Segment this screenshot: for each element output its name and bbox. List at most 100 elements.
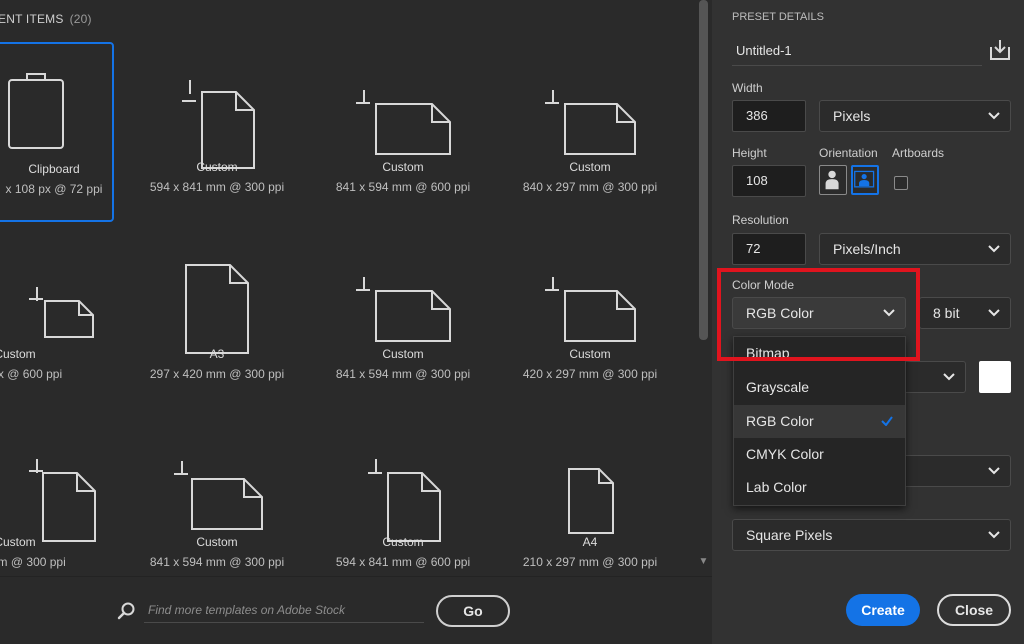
menu-item-rgb-color[interactable]: RGB Color [734,405,905,438]
tile-name: Custom [382,535,424,549]
preset-details-panel: PRESET DETAILS Untitled-1 Width 386 Pixe… [712,0,1024,644]
pixel-aspect-ratio-select[interactable]: Square Pixels [732,519,1011,551]
width-label: Width [732,81,763,95]
create-button[interactable]: Create [846,594,920,626]
tile-dims: 840 x 297 mm @ 300 ppi [522,180,658,194]
chevron-down-icon [988,467,1000,475]
bit-depth-select[interactable]: 8 bit [919,297,1011,329]
color-mode-select[interactable]: RGB Color [732,297,906,329]
width-input[interactable]: 386 [732,100,806,132]
template-tile-custom[interactable]: Custom 841 mm @ 300 ppi [0,417,120,597]
menu-item-lab-color[interactable]: Lab Color [734,471,905,504]
tile-name: Custom [196,535,238,549]
tile-name: A4 [582,535,598,549]
preset-details-heading: PRESET DETAILS [732,11,824,23]
person-landscape-icon [854,170,875,188]
height-input[interactable]: 108 [732,165,806,197]
tile-dims: x 108 px @ 72 ppi [5,182,103,196]
tile-dims: 420 px @ 600 ppi [0,367,63,381]
artboards-label: Artboards [892,146,945,160]
tile-dims: 420 x 297 mm @ 300 ppi [522,367,658,381]
bit-depth-value: 8 bit [933,305,960,321]
color-profile-select[interactable] [902,455,1011,487]
custom-landscape-icon [29,287,94,338]
preset-name-field[interactable]: Untitled-1 [732,38,982,66]
menu-item-cmyk-color[interactable]: CMYK Color [734,438,905,471]
portrait-orientation-button[interactable] [819,165,847,195]
template-tile-custom[interactable]: Custom 420 x 297 mm @ 300 ppi [500,229,680,409]
template-tile-a3[interactable]: A3 297 x 420 mm @ 300 ppi [127,229,307,409]
template-tile-custom[interactable]: Custom 841 x 594 mm @ 300 ppi [313,229,493,409]
resolution-input[interactable]: 72 [732,233,806,265]
chevron-down-icon [988,112,1000,120]
template-tile-custom[interactable]: Custom 420 px @ 600 ppi [0,229,120,409]
height-label: Height [732,146,767,160]
section-header: ENT ITEMS (20) [0,12,92,26]
custom-landscape-icon [545,90,636,155]
chevron-down-icon [883,309,895,317]
template-tile-clipboard[interactable]: Clipboard x 108 px @ 72 ppi [0,42,114,222]
custom-portrait-icon [368,459,441,542]
color-mode-value: RGB Color [746,305,814,321]
document-portrait-icon [568,468,614,534]
width-unit-select[interactable]: Pixels [819,100,1011,132]
template-tile-custom[interactable]: Custom 841 x 594 mm @ 300 ppi [127,417,307,597]
menu-item-grayscale[interactable]: Grayscale [734,371,905,404]
landscape-orientation-button[interactable] [851,165,879,195]
artboards-checkbox[interactable] [894,176,908,190]
template-tile-custom[interactable]: Custom 841 x 594 mm @ 600 ppi [313,42,493,222]
clipboard-icon [8,73,64,149]
tile-dims: 841 x 594 mm @ 300 ppi [335,367,471,381]
save-preset-icon[interactable] [988,38,1012,62]
scrollbar-thumb[interactable] [699,0,708,340]
menu-item-label: RGB Color [746,413,814,429]
tile-dims: 594 x 841 mm @ 300 ppi [149,180,285,194]
resolution-unit-value: Pixels/Inch [833,241,901,257]
tile-dims: 594 x 841 mm @ 600 ppi [335,555,471,569]
custom-portrait-icon [29,459,96,542]
custom-landscape-icon [356,90,451,155]
tile-dims: 297 x 420 mm @ 300 ppi [149,367,285,381]
tile-name: Custom [0,347,36,361]
width-unit-value: Pixels [833,108,871,124]
template-tile-custom[interactable]: Custom 594 x 841 mm @ 600 ppi [313,417,493,597]
background-color-swatch[interactable] [979,361,1011,393]
template-tile-custom[interactable]: Custom 594 x 841 mm @ 300 ppi [127,42,307,222]
custom-landscape-icon [174,461,263,530]
template-tile-custom[interactable]: Custom 840 x 297 mm @ 300 ppi [500,42,680,222]
color-mode-label: Color Mode [732,278,795,292]
go-button[interactable]: Go [436,595,510,627]
tile-name: Custom [569,160,611,174]
template-tile-a4[interactable]: A4 210 x 297 mm @ 300 ppi [500,417,680,597]
checkmark-icon [881,416,893,426]
close-button[interactable]: Close [937,594,1011,626]
template-grid-panel: ENT ITEMS (20) Clipboard x 108 px @ 72 pp… [0,0,712,644]
tile-name: Custom [0,535,36,549]
orientation-label: Orientation [819,146,878,160]
tile-dims: 841 x 594 mm @ 600 ppi [335,180,471,194]
tile-dims: 841 x 594 mm @ 300 ppi [149,555,285,569]
chevron-down-icon [988,531,1000,539]
stock-search-input[interactable] [144,597,424,623]
section-title: ENT ITEMS [0,12,64,26]
tile-name: Custom [196,160,238,174]
tile-name: Custom [382,347,424,361]
person-portrait-icon [825,170,839,190]
chevron-down-icon [988,309,1000,317]
tile-name: Custom [569,347,611,361]
scroll-down-arrow-icon[interactable]: ▼ [697,556,710,570]
custom-landscape-icon [545,277,636,342]
background-contents-select[interactable] [902,361,966,393]
tile-dims: 841 mm @ 300 ppi [0,555,66,569]
color-mode-dropdown-menu: Bitmap Grayscale RGB Color CMYK Color La… [733,336,906,506]
pixel-aspect-value: Square Pixels [746,527,833,543]
tile-name: A3 [209,347,225,361]
resolution-unit-select[interactable]: Pixels/Inch [819,233,1011,265]
chevron-down-icon [943,373,955,381]
tile-name: Clipboard [28,162,80,176]
resolution-label: Resolution [732,213,789,227]
menu-item-bitmap[interactable]: Bitmap [734,337,905,370]
chevron-down-icon [988,245,1000,253]
tile-dims: 210 x 297 mm @ 300 ppi [522,555,658,569]
custom-portrait-icon [182,80,255,169]
